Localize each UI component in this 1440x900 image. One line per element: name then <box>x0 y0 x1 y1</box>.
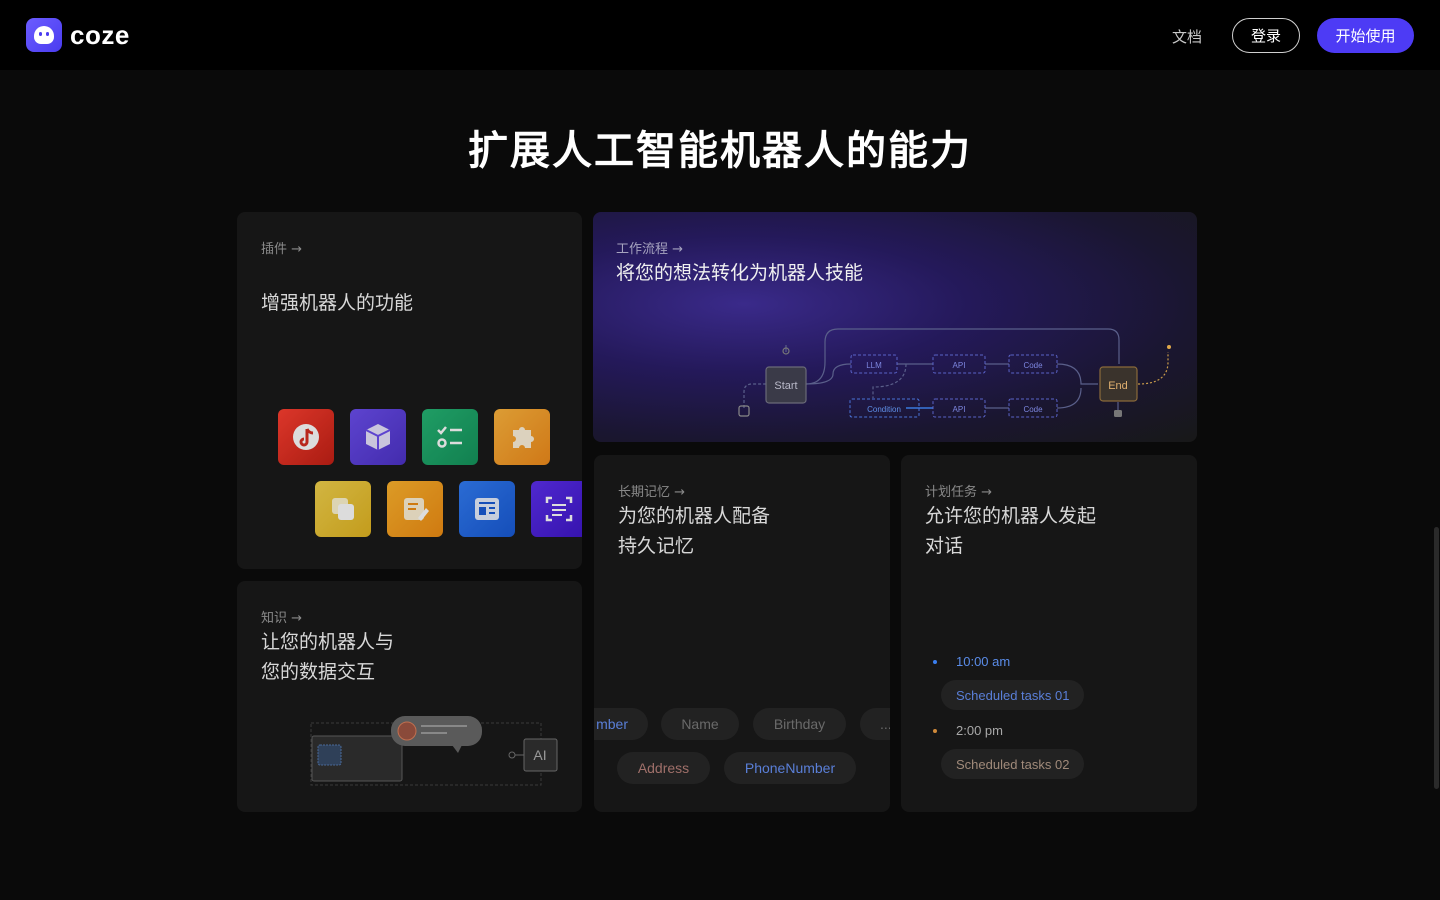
memory-title-line1: 为您的机器人配备 <box>618 505 771 527</box>
memory-chip: PhoneNumber <box>724 752 856 784</box>
schedule-title-line2: 对话 <box>925 535 964 557</box>
memory-title-line2: 持久记忆 <box>618 535 695 557</box>
knowledge-title-line2: 您的数据交互 <box>261 661 376 683</box>
scheduled-task: Scheduled tasks 01 <box>941 680 1085 710</box>
workflow-node-api-2: API <box>953 405 966 414</box>
memory-chip: ... <box>860 708 890 740</box>
checklist-icon <box>422 409 478 465</box>
memory-chip: Birthday <box>753 708 846 740</box>
schedule-title-line1: 允许您的机器人发起 <box>925 505 1097 527</box>
section-title: 扩展人工智能机器人的能力 <box>468 128 972 174</box>
news-icon <box>459 481 515 537</box>
plugins-title: 增强机器人的功能 <box>261 292 414 314</box>
memory-chip: mber <box>594 708 648 740</box>
schedule-card[interactable]: 计划任务 → 允许您的机器人发起 对话 10:00 am Scheduled t… <box>901 455 1197 812</box>
ai-node-label: AI <box>533 747 546 763</box>
workflow-diagram: Start LLM API Code Condition API Code En… <box>738 328 1171 418</box>
get-started-button[interactable]: 开始使用 <box>1317 18 1414 53</box>
workflow-card[interactable]: 工作流程 → 将您的想法转化为机器人技能 Start LLM API Code … <box>593 212 1197 442</box>
coze-logo-icon <box>26 18 62 52</box>
notes-icon <box>387 481 443 537</box>
docs-link[interactable]: 文档 <box>1172 26 1202 47</box>
memory-card[interactable]: 长期记忆 → 为您的机器人配备 持久记忆 mber Name Birthday … <box>594 455 890 812</box>
knowledge-tag-link[interactable]: 知识 → <box>261 607 302 626</box>
plugins-tag-link[interactable]: 插件 → <box>261 238 302 257</box>
schedule-tag-link[interactable]: 计划任务 → <box>925 481 992 500</box>
workflow-node-code-2: Code <box>1023 405 1043 414</box>
memory-chip: Name <box>661 708 739 740</box>
coze-logo[interactable]: coze <box>26 18 130 52</box>
cube-icon <box>350 409 406 465</box>
workflow-node-api-1: API <box>953 361 966 370</box>
brand-name: coze <box>70 19 130 50</box>
plugins-card[interactable]: 插件 → 增强机器人的功能 <box>237 212 582 569</box>
memory-tag-link[interactable]: 长期记忆 → <box>618 481 685 500</box>
task-time: 10:00 am <box>956 654 1011 669</box>
top-navigation-bar: coze 文档 登录 开始使用 <box>0 0 1440 70</box>
timeline-dot <box>933 729 937 733</box>
scheduled-task: Scheduled tasks 02 <box>941 749 1085 779</box>
workflow-node-llm: LLM <box>866 361 882 370</box>
knowledge-illustration: AI <box>310 716 558 786</box>
task-time: 2:00 pm <box>956 723 1003 738</box>
timeline-dot <box>933 660 937 664</box>
memory-chip: Address <box>617 752 710 784</box>
tiktok-icon <box>278 409 334 465</box>
knowledge-title-line1: 让您的机器人与 <box>261 631 395 653</box>
knowledge-card[interactable]: 知识 → 让您的机器人与 您的数据交互 AI <box>237 581 582 812</box>
workflow-node-start: Start <box>774 380 797 392</box>
puzzle-icon <box>494 409 550 465</box>
login-button[interactable]: 登录 <box>1232 18 1300 53</box>
scan-text-icon <box>531 481 582 537</box>
page-scrollbar[interactable] <box>1434 527 1439 789</box>
workflow-node-condition: Condition <box>867 405 901 414</box>
workflow-node-code-1: Code <box>1023 361 1043 370</box>
layers-icon <box>315 481 371 537</box>
workflow-node-end: End <box>1108 380 1128 392</box>
